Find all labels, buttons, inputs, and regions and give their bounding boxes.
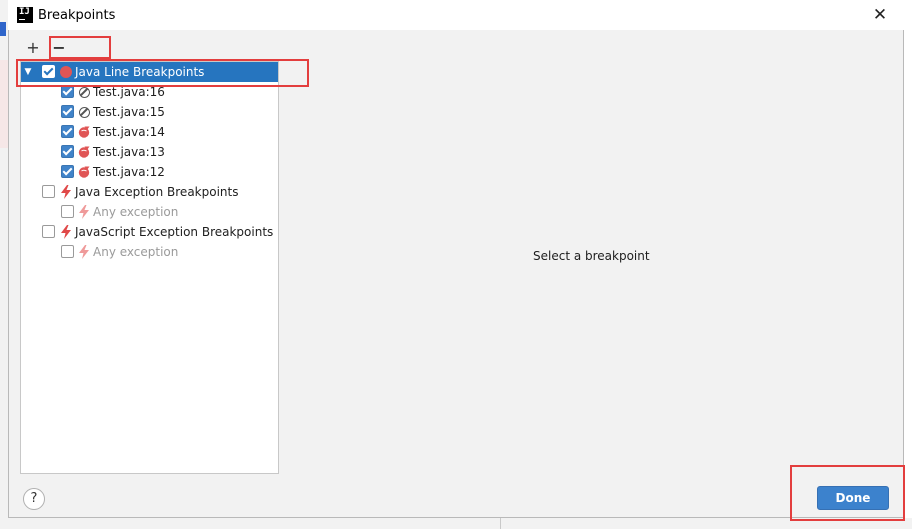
app-icon-underline [19, 19, 25, 20]
lightning-icon [61, 225, 71, 239]
title-bar [8, 0, 904, 30]
annotation-box-done [790, 465, 905, 521]
item-label: Test.java:14 [93, 125, 165, 139]
item-label: Test.java:13 [93, 145, 165, 159]
background-ide-tab [0, 22, 6, 36]
item-checkbox[interactable] [61, 125, 74, 138]
item-checkbox[interactable] [61, 165, 74, 178]
item-checkbox[interactable] [61, 145, 74, 158]
tree-item[interactable]: Test.java:13 [21, 142, 278, 162]
group-checkbox[interactable] [42, 185, 55, 198]
tree-item[interactable]: Any exception [21, 202, 278, 222]
group-label: JavaScript Exception Breakpoints [75, 225, 274, 239]
tree-item[interactable]: Any exception [21, 242, 278, 262]
conditional-breakpoint-icon [78, 166, 90, 178]
group-checkbox[interactable] [42, 225, 55, 238]
muted-breakpoint-icon [79, 87, 90, 98]
background-ide-highlight [0, 60, 8, 148]
item-label: Test.java:12 [93, 165, 165, 179]
background-ide-divider [500, 518, 501, 529]
dialog-title: Breakpoints [38, 8, 116, 23]
annotation-box-group [16, 59, 309, 87]
item-label: Any exception [93, 205, 179, 219]
tree-item[interactable]: Test.java:14 [21, 122, 278, 142]
add-breakpoint-button[interactable]: + [25, 40, 41, 56]
tree-group-java-exception[interactable]: Java Exception Breakpoints [21, 182, 278, 202]
muted-breakpoint-icon [79, 107, 90, 118]
close-button[interactable]: ✕ [868, 4, 892, 26]
detail-empty-text: Select a breakpoint [533, 249, 650, 263]
item-checkbox[interactable] [61, 105, 74, 118]
lightning-icon [79, 245, 89, 259]
group-label: Java Exception Breakpoints [75, 185, 239, 199]
item-checkbox[interactable] [61, 205, 74, 218]
item-label: Test.java:15 [93, 105, 165, 119]
annotation-box-remove [49, 36, 111, 59]
item-label: Any exception [93, 245, 179, 259]
tree-item[interactable]: Test.java:15 [21, 102, 278, 122]
item-checkbox[interactable] [61, 245, 74, 258]
tree-group-javascript-exception[interactable]: JavaScript Exception Breakpoints [21, 222, 278, 242]
conditional-breakpoint-icon [78, 146, 90, 158]
background-ide-bottom [0, 518, 912, 529]
app-icon-text: IJ [19, 7, 30, 17]
help-button[interactable]: ? [23, 488, 45, 510]
tree-item[interactable]: Test.java:12 [21, 162, 278, 182]
lightning-icon [79, 205, 89, 219]
lightning-icon [61, 185, 71, 199]
intellij-app-icon: IJ [17, 7, 33, 23]
conditional-breakpoint-icon [78, 126, 90, 138]
background-ide-edge [0, 0, 8, 529]
